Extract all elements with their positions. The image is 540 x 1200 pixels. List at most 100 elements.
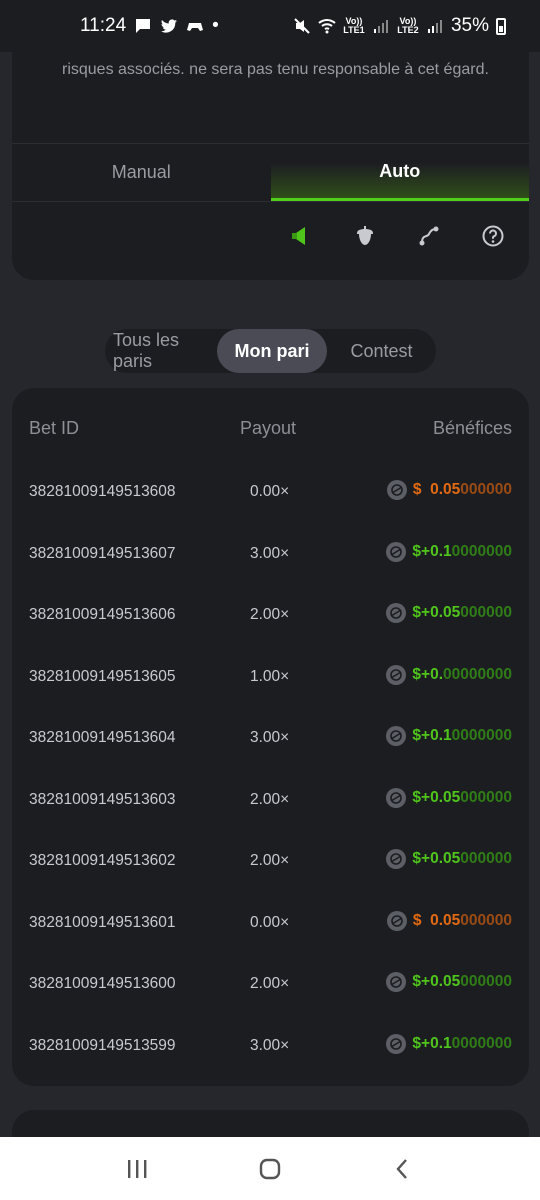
profit-decimals: 0000000 bbox=[451, 1034, 512, 1052]
bet-profit: $+ 0.1 0000000 bbox=[386, 541, 512, 562]
tab-contest[interactable]: Contest bbox=[327, 329, 436, 373]
bet-payout: 3.00× bbox=[250, 1036, 290, 1054]
profit-sign: $ bbox=[412, 481, 431, 498]
header-bet-id: Bet ID bbox=[29, 418, 80, 438]
bet-id: 38281009149513603 bbox=[29, 790, 176, 808]
profit-value: 0.1 bbox=[430, 542, 452, 560]
table-row[interactable]: 38281009149513606 2.00× $+ 0.05 000000 bbox=[12, 584, 529, 646]
mute-icon bbox=[294, 18, 310, 34]
table-row[interactable]: 38281009149513605 1.00× $+ 0. 00000000 bbox=[12, 646, 529, 708]
profit-decimals: 000000 bbox=[460, 911, 512, 929]
tab-manual[interactable]: Manual bbox=[12, 144, 271, 201]
back-button[interactable] bbox=[383, 1149, 423, 1189]
table-row[interactable]: 38281009149513602 2.00× $+ 0.05 000000 bbox=[12, 830, 529, 892]
currency-coin-icon bbox=[386, 849, 407, 869]
mode-tabs: Manual Auto bbox=[12, 143, 529, 202]
acorn-icon[interactable] bbox=[351, 222, 379, 250]
wifi-icon bbox=[318, 19, 336, 34]
toolbar bbox=[287, 222, 507, 250]
currency-coin-icon bbox=[386, 726, 407, 746]
bet-profit: $ 0.05 000000 bbox=[386, 910, 512, 931]
game-control-card: risques associés. ne sera pas tenu respo… bbox=[12, 52, 529, 280]
signal1-icon bbox=[373, 20, 388, 33]
header-payout: Payout bbox=[240, 418, 297, 438]
twitter-icon bbox=[161, 19, 178, 33]
profit-decimals: 00000000 bbox=[443, 665, 512, 683]
bet-profit: $+ 0.05 000000 bbox=[386, 849, 512, 869]
sound-icon[interactable] bbox=[287, 222, 315, 250]
profit-sign: $+ bbox=[412, 1034, 431, 1052]
table-header: Bet ID Payout Bénéfices bbox=[12, 418, 529, 442]
currency-coin-icon bbox=[386, 541, 407, 562]
profit-sign: $+ bbox=[412, 727, 431, 744]
recent-apps-button[interactable] bbox=[117, 1149, 157, 1189]
bets-table: Bet ID Payout Bénéfices 3828100914951360… bbox=[12, 388, 529, 1086]
bet-id: 38281009149513599 bbox=[29, 1036, 176, 1054]
currency-coin-icon bbox=[386, 603, 407, 623]
bet-profit: $+ 0.05 000000 bbox=[386, 972, 512, 992]
profit-value: 0.05 bbox=[430, 973, 461, 990]
bet-id: 38281009149513604 bbox=[29, 729, 176, 746]
profit-decimals: 0000000 bbox=[451, 542, 512, 560]
profit-value: 0.1 bbox=[430, 1034, 452, 1052]
bet-payout: 0.00× bbox=[250, 913, 290, 931]
home-button[interactable] bbox=[250, 1149, 290, 1189]
bet-payout: 2.00× bbox=[250, 790, 290, 808]
profit-value: 0.05 bbox=[430, 481, 461, 498]
table-row[interactable]: 38281009149513607 3.00× $+ 0.1 0000000 bbox=[12, 523, 529, 585]
table-row[interactable]: 38281009149513599 3.00× $+ 0.1 0000000 bbox=[12, 1015, 529, 1077]
table-body: 38281009149513608 0.00× $ 0.05 000000 382810… bbox=[12, 461, 529, 1076]
tab-auto[interactable]: Auto bbox=[270, 144, 529, 201]
curve-icon[interactable] bbox=[415, 222, 443, 250]
currency-coin-icon bbox=[386, 787, 407, 808]
message-icon bbox=[136, 19, 151, 33]
network1-label: Vo)) LTE1 bbox=[343, 16, 365, 35]
currency-coin-icon bbox=[386, 664, 407, 685]
profit-sign: $+ bbox=[412, 542, 431, 560]
profit-value: 0.1 bbox=[430, 727, 452, 744]
tab-my-bets[interactable]: Mon pari bbox=[217, 329, 327, 373]
status-bar: 11:24 • Vo)) LTE1 Vo)) LTE2 35% bbox=[0, 0, 540, 52]
signal2-icon bbox=[427, 20, 442, 33]
table-row[interactable]: 38281009149513608 0.00× $ 0.05 000000 bbox=[12, 461, 529, 523]
profit-value: 0.05 bbox=[430, 788, 461, 806]
profit-sign: $+ bbox=[412, 604, 431, 621]
bet-payout: 3.00× bbox=[250, 729, 290, 746]
bet-profit: $+ 0.05 000000 bbox=[386, 787, 512, 808]
bet-profit: $+ 0.05 000000 bbox=[386, 603, 512, 623]
bet-payout: 0.00× bbox=[250, 483, 290, 500]
help-icon[interactable] bbox=[479, 222, 507, 250]
tab-all-bets[interactable]: Tous les paris bbox=[105, 329, 217, 373]
profit-sign: $ bbox=[412, 911, 431, 929]
profit-decimals: 000000 bbox=[460, 850, 512, 867]
currency-coin-icon bbox=[386, 480, 407, 500]
table-row[interactable]: 38281009149513600 2.00× $+ 0.05 000000 bbox=[12, 953, 529, 1015]
table-row[interactable]: 38281009149513601 0.00× $ 0.05 000000 bbox=[12, 892, 529, 954]
bet-id: 38281009149513605 bbox=[29, 667, 176, 685]
bet-profit: $ 0.05 000000 bbox=[386, 480, 512, 500]
table-row[interactable]: 38281009149513603 2.00× $+ 0.05 000000 bbox=[12, 769, 529, 831]
back-icon bbox=[396, 1158, 408, 1179]
bet-profit: $+ 0.1 0000000 bbox=[386, 726, 512, 746]
currency-coin-icon bbox=[386, 1033, 407, 1054]
dot-icon: • bbox=[212, 15, 219, 36]
profit-value: 0.05 bbox=[430, 850, 461, 867]
battery-icon bbox=[496, 17, 506, 35]
table-row[interactable]: 38281009149513604 3.00× $+ 0.1 0000000 bbox=[12, 707, 529, 769]
bet-id: 38281009149513602 bbox=[29, 852, 176, 869]
bet-payout: 2.00× bbox=[250, 606, 290, 623]
bet-payout: 3.00× bbox=[250, 544, 290, 562]
home-icon bbox=[259, 1158, 281, 1179]
header-profit: Bénéfices bbox=[432, 418, 512, 438]
currency-coin-icon bbox=[386, 910, 407, 931]
disclaimer-text: risques associés. ne sera pas tenu respo… bbox=[62, 61, 489, 78]
bet-id: 38281009149513600 bbox=[29, 975, 176, 992]
profit-value: 0.05 bbox=[430, 911, 461, 929]
bet-payout: 1.00× bbox=[250, 667, 290, 685]
network2-label: Vo)) LTE2 bbox=[397, 16, 419, 35]
profit-sign: $+ bbox=[412, 973, 431, 990]
profit-decimals: 0000000 bbox=[451, 727, 512, 744]
navigation-bar bbox=[0, 1137, 540, 1200]
profit-sign: $+ bbox=[412, 850, 431, 867]
status-time: 11:24 bbox=[80, 15, 127, 36]
